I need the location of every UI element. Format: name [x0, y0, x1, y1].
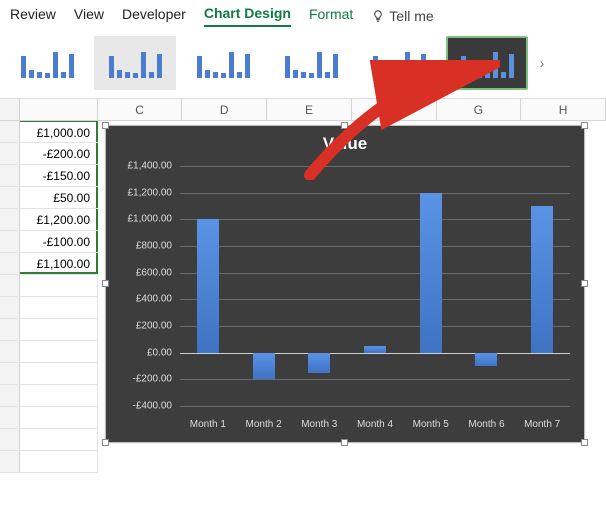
cell-b[interactable]: -£200.00 [20, 143, 98, 164]
cell-b[interactable]: £50.00 [20, 187, 98, 208]
row-header[interactable] [0, 407, 20, 428]
x-axis-labels: Month 1Month 2Month 3Month 4Month 5Month… [180, 419, 570, 430]
lightbulb-icon [371, 9, 385, 23]
resize-handle-bl[interactable] [102, 439, 109, 446]
row-header[interactable] [0, 319, 20, 340]
column-header-f[interactable]: F [352, 99, 437, 120]
column-header-h[interactable]: H [521, 99, 606, 120]
chart-bar[interactable] [197, 219, 219, 352]
x-tick-label: Month 2 [236, 419, 292, 430]
chart-bar[interactable] [364, 346, 386, 353]
cell-b[interactable] [20, 363, 98, 384]
chart-style-5[interactable] [358, 36, 440, 90]
y-tick-label: £1,200.00 [128, 187, 173, 198]
cell-b[interactable] [20, 297, 98, 318]
row-header[interactable] [0, 429, 20, 450]
column-headers: C D E F G H [0, 99, 606, 121]
resize-handle-tr[interactable] [581, 122, 588, 129]
x-tick-label: Month 1 [180, 419, 236, 430]
y-tick-label: -£400.00 [133, 401, 172, 412]
embedded-chart[interactable]: Value £1,400.00 £1,200.00 £1,000.00 £800.00… [105, 125, 585, 443]
row-header[interactable] [0, 165, 20, 186]
cell-b[interactable] [20, 451, 98, 472]
row-header[interactable] [0, 187, 20, 208]
cell-b[interactable]: £1,200.00 [20, 209, 98, 230]
chart-style-1[interactable] [6, 36, 88, 90]
x-tick-label: Month 3 [291, 419, 347, 430]
grid-rows: £1,000.00-£200.00-£150.00£50.00£1,200.00… [0, 121, 98, 473]
plot-area [180, 166, 570, 406]
y-tick-label: £0.00 [147, 347, 172, 358]
chart-style-4[interactable] [270, 36, 352, 90]
cell-b[interactable] [20, 407, 98, 428]
row-header[interactable] [0, 451, 20, 472]
cell-b[interactable] [20, 385, 98, 406]
cell-b[interactable]: -£150.00 [20, 165, 98, 186]
row-header[interactable] [0, 363, 20, 384]
x-tick-label: Month 4 [347, 419, 403, 430]
tell-me-label: Tell me [389, 8, 433, 24]
chart-bar[interactable] [308, 353, 330, 373]
chart-style-gallery: › [0, 28, 606, 99]
cell-b[interactable] [20, 319, 98, 340]
column-header-c[interactable]: C [98, 99, 183, 120]
spreadsheet-area: C D E F G H £1,000.00-£200.00-£150.00£50… [0, 99, 606, 510]
column-header-g[interactable]: G [437, 99, 522, 120]
resize-handle-br[interactable] [581, 439, 588, 446]
chart-bar[interactable] [253, 353, 275, 380]
ribbon-tabs: Review View Developer Chart Design Forma… [0, 0, 606, 28]
tab-format[interactable]: Format [309, 6, 353, 26]
y-tick-label: -£200.00 [133, 374, 172, 385]
chart-bars [180, 166, 570, 406]
y-axis-labels: £1,400.00£1,200.00£1,000.00£800.00£600.0… [106, 166, 176, 406]
chart-title[interactable]: Value [106, 126, 584, 154]
tab-chart-design[interactable]: Chart Design [204, 5, 291, 27]
y-tick-label: £200.00 [136, 320, 172, 331]
cell-b[interactable]: £1,000.00 [20, 121, 98, 142]
row-header[interactable] [0, 275, 20, 296]
y-tick-label: £600.00 [136, 267, 172, 278]
tab-developer[interactable]: Developer [122, 6, 186, 26]
cell-b[interactable]: £1,100.00 [20, 253, 98, 274]
column-header-b[interactable] [20, 99, 98, 120]
tell-me-button[interactable]: Tell me [371, 8, 433, 24]
y-tick-label: £1,400.00 [128, 161, 173, 172]
row-header[interactable] [0, 253, 20, 274]
tab-view[interactable]: View [74, 6, 104, 26]
chart-style-3[interactable] [182, 36, 264, 90]
tab-review[interactable]: Review [10, 6, 56, 26]
chart-style-6[interactable] [446, 36, 528, 90]
chart-bar[interactable] [420, 193, 442, 353]
y-tick-label: £800.00 [136, 240, 172, 251]
row-header[interactable] [0, 385, 20, 406]
row-header[interactable] [0, 341, 20, 362]
resize-handle-tm[interactable] [341, 122, 348, 129]
row-header[interactable] [0, 121, 20, 142]
cell-b[interactable] [20, 341, 98, 362]
y-tick-label: £1,000.00 [128, 214, 173, 225]
chart-style-2[interactable] [94, 36, 176, 90]
row-header[interactable] [0, 209, 20, 230]
cell-b[interactable] [20, 275, 98, 296]
corner-cell[interactable] [0, 99, 20, 120]
x-tick-label: Month 5 [403, 419, 459, 430]
row-header[interactable] [0, 297, 20, 318]
column-header-d[interactable]: D [182, 99, 267, 120]
resize-handle-tl[interactable] [102, 122, 109, 129]
resize-handle-mr[interactable] [581, 280, 588, 287]
x-tick-label: Month 6 [459, 419, 515, 430]
resize-handle-bm[interactable] [341, 439, 348, 446]
chart-bar[interactable] [475, 353, 497, 366]
row-header[interactable] [0, 143, 20, 164]
x-tick-label: Month 7 [514, 419, 570, 430]
chart-bar[interactable] [531, 206, 553, 353]
y-tick-label: £400.00 [136, 294, 172, 305]
cell-b[interactable] [20, 429, 98, 450]
column-header-e[interactable]: E [267, 99, 352, 120]
row-header[interactable] [0, 231, 20, 252]
cell-b[interactable]: -£100.00 [20, 231, 98, 252]
gallery-next-button[interactable]: › [534, 43, 550, 83]
